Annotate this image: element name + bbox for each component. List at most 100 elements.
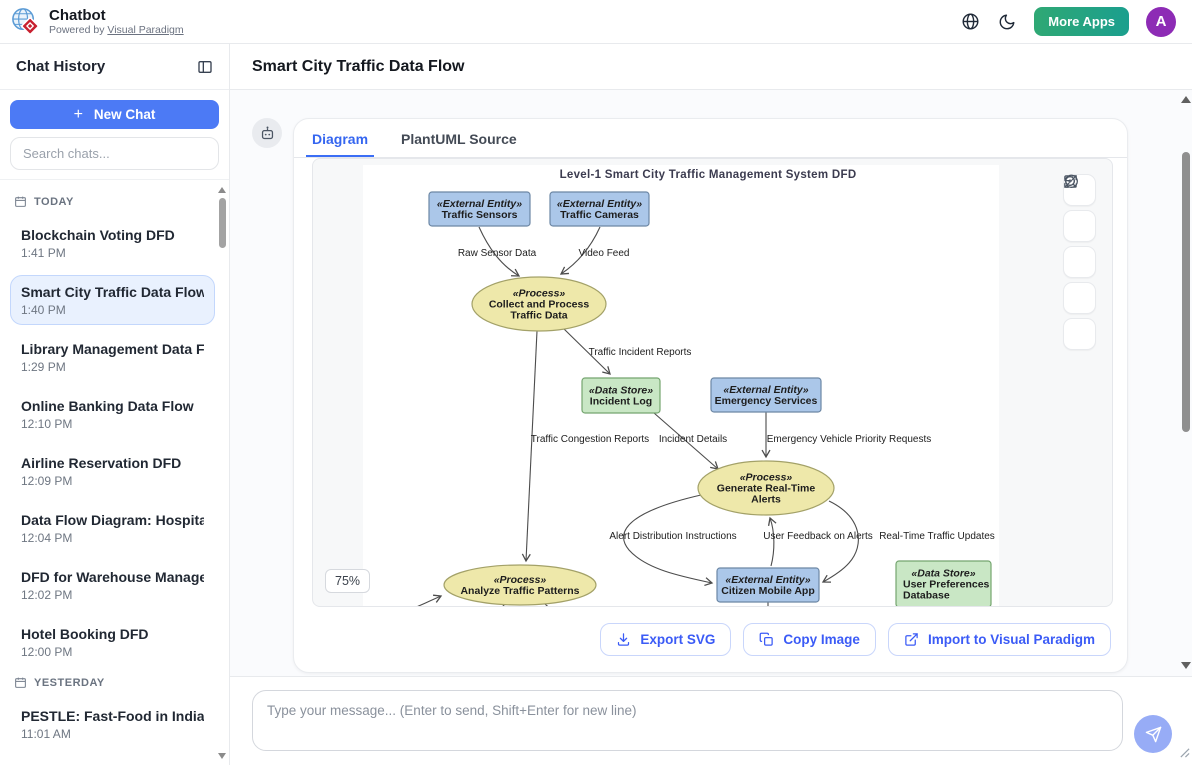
chat-item-time: 1:41 PM [21,246,204,260]
chat-history-item[interactable]: PESTLE: Fast-Food in India – ... 11:01 A… [10,699,215,749]
app-logo [10,6,41,37]
moon-icon[interactable] [997,12,1017,32]
chat-history-item[interactable]: Data Flow Diagram: Hospital... 12:04 PM [10,503,215,553]
download-icon [616,632,631,647]
dfd-node-user-preferences-database: «Data Store»User PreferencesDatabase [896,561,991,606]
section-label: YESTERDAY [34,677,105,689]
dfd-node-incident-log: «Data Store»Incident Log [582,378,660,413]
section-header: YESTERDAY [14,676,215,689]
main-scrollbar-thumb[interactable] [1182,152,1190,432]
svg-text:Traffic Data: Traffic Data [510,310,567,322]
svg-text:Traffic Sensors: Traffic Sensors [442,209,518,221]
dfd-node-collect-process-traffic-data: «Process»Collect and ProcessTraffic Data [472,277,606,331]
dfd-node-emergency-services: «External Entity»Emergency Services [711,378,821,412]
chat-item-title: Smart City Traffic Data Flow [21,284,204,300]
dfd-diagram-canvas[interactable]: Level-1 Smart City Traffic Management Sy… [313,159,1113,606]
chat-history-item[interactable]: DFD for Warehouse Manage... 12:02 PM [10,560,215,610]
powered-by: Powered by Visual Paradigm [49,24,184,36]
reset-view-icon[interactable] [1063,246,1096,278]
dfd-edge-label: Raw Sensor Data [458,248,537,259]
dfd-node-citizen-mobile-app: «External Entity»Citizen Mobile App [717,568,819,602]
chat-history-item[interactable]: Airline Reservation DFD 12:09 PM [10,446,215,496]
chat-item-time: 12:00 PM [21,645,204,659]
chat-history-item[interactable]: Online Banking Data Flow 12:10 PM [10,389,215,439]
resize-grip[interactable] [1179,745,1190,763]
svg-text:Emergency Services: Emergency Services [715,395,818,407]
export-svg-button[interactable]: Export SVG [600,623,731,656]
dfd-node-traffic-cameras: «External Entity»Traffic Cameras [550,192,649,226]
zoom-out-icon[interactable] [1063,210,1096,242]
more-apps-button[interactable]: More Apps [1034,7,1129,36]
chat-item-title: Airline Reservation DFD [21,455,204,471]
diagram-actions: Export SVG Copy Image Import to Visual P… [294,607,1127,672]
expand-icon[interactable] [1063,282,1096,314]
chat-item-time: 12:04 PM [21,531,204,545]
dfd-node-generate-real-time-alerts: «Process»Generate Real-TimeAlerts [698,461,834,515]
chat-item-time: 1:40 PM [21,303,204,317]
external-link-icon [904,632,919,647]
calendar-icon [14,676,27,689]
dfd-edge-label: Video Feed [579,248,630,259]
chat-item-title: DFD for Warehouse Manage... [21,569,204,585]
sidebar: Chat History + New Chat TODAY Blockchain… [0,44,230,765]
chat-item-time: 12:02 PM [21,588,204,602]
chat-item-title: Online Banking Data Flow [21,398,204,414]
chat-item-title: Data Flow Diagram: Hospital... [21,512,204,528]
chat-item-time: 12:09 PM [21,474,204,488]
dfd-edge-label: Traffic Incident Reports [589,347,692,358]
sidebar-scroll-down-icon[interactable] [218,753,226,759]
chat-history-item[interactable]: Library Management Data Fl... 1:29 PM [10,332,215,382]
chat-scroll-area: Diagram PlantUML Source Level-1 Smart Ci… [230,90,1192,676]
chat-item-title: PESTLE: Fast-Food in India – ... [21,708,204,724]
dfd-edge-label: Real-Time Traffic Updates [879,531,995,542]
sidebar-title: Chat History [16,58,105,75]
dfd-edge-label: User Feedback on Alerts [763,531,873,542]
collapse-sidebar-icon[interactable] [197,59,213,75]
zoom-level-badge: 75% [325,569,370,593]
sidebar-scrollbar-thumb[interactable] [219,198,226,248]
send-icon [1145,726,1162,743]
chat-history-item[interactable]: Blockchain Voting DFD 1:41 PM [10,218,215,268]
chat-item-title: Hotel Booking DFD [21,626,204,642]
user-avatar[interactable]: A [1146,7,1176,37]
app-title: Chatbot [49,7,184,24]
message-input[interactable] [252,690,1123,751]
send-button[interactable] [1134,715,1172,753]
svg-text:Incident Log: Incident Log [590,396,652,408]
brand: Chatbot Powered by Visual Paradigm [10,6,184,37]
section-header: TODAY [14,195,215,208]
page-title: Smart City Traffic Data Flow [252,58,465,76]
sidebar-scroll-up-icon[interactable] [218,187,226,193]
globe-icon[interactable] [960,12,980,32]
diagram-viewport[interactable]: Level-1 Smart City Traffic Management Sy… [312,158,1113,607]
calendar-icon [14,195,27,208]
diagram-message-card: Diagram PlantUML Source Level-1 Smart Ci… [293,118,1128,673]
section-label: TODAY [34,196,74,208]
svg-text:Traffic Cameras: Traffic Cameras [560,209,639,221]
dfd-title: Level-1 Smart City Traffic Management Sy… [560,169,857,181]
new-chat-button[interactable]: + New Chat [10,100,219,129]
search-chats-input[interactable] [10,137,219,170]
svg-text:Citizen Mobile App: Citizen Mobile App [721,585,815,597]
plus-icon: + [74,106,83,124]
copy-image-button[interactable]: Copy Image [743,623,876,656]
import-to-visual-paradigm-button[interactable]: Import to Visual Paradigm [888,623,1111,656]
visual-paradigm-link[interactable]: Visual Paradigm [107,24,183,36]
dfd-node-analyze-traffic-patterns: «Process»Analyze Traffic Patterns [444,565,596,605]
chat-list: TODAY Blockchain Voting DFD 1:41 PM Smar… [0,180,229,765]
chat-history-item[interactable]: Hotel Booking DFD 12:00 PM [10,617,215,667]
tab-diagram[interactable]: Diagram [306,131,374,157]
tab-bar: Diagram PlantUML Source [294,119,1127,158]
chat-history-item[interactable]: Smart City Traffic Data Flow 1:40 PM [10,275,215,325]
diagram-zoom-controls [1063,174,1096,350]
svg-text:Analyze Traffic Patterns: Analyze Traffic Patterns [460,585,579,597]
fullscreen-icon[interactable] [1063,318,1096,350]
tab-plantuml-source[interactable]: PlantUML Source [401,131,517,157]
main-scroll-up-icon[interactable] [1181,96,1191,103]
dfd-edge-label: Alert Distribution Instructions [609,531,736,542]
chat-item-title: Blockchain Voting DFD [21,227,204,243]
main-scroll-down-icon[interactable] [1181,662,1191,669]
dfd-node-traffic-sensors: «External Entity»Traffic Sensors [429,192,530,226]
copy-icon [759,632,774,647]
chat-history-item[interactable]: PESTLE Analysis: Global EV In... [10,756,215,765]
